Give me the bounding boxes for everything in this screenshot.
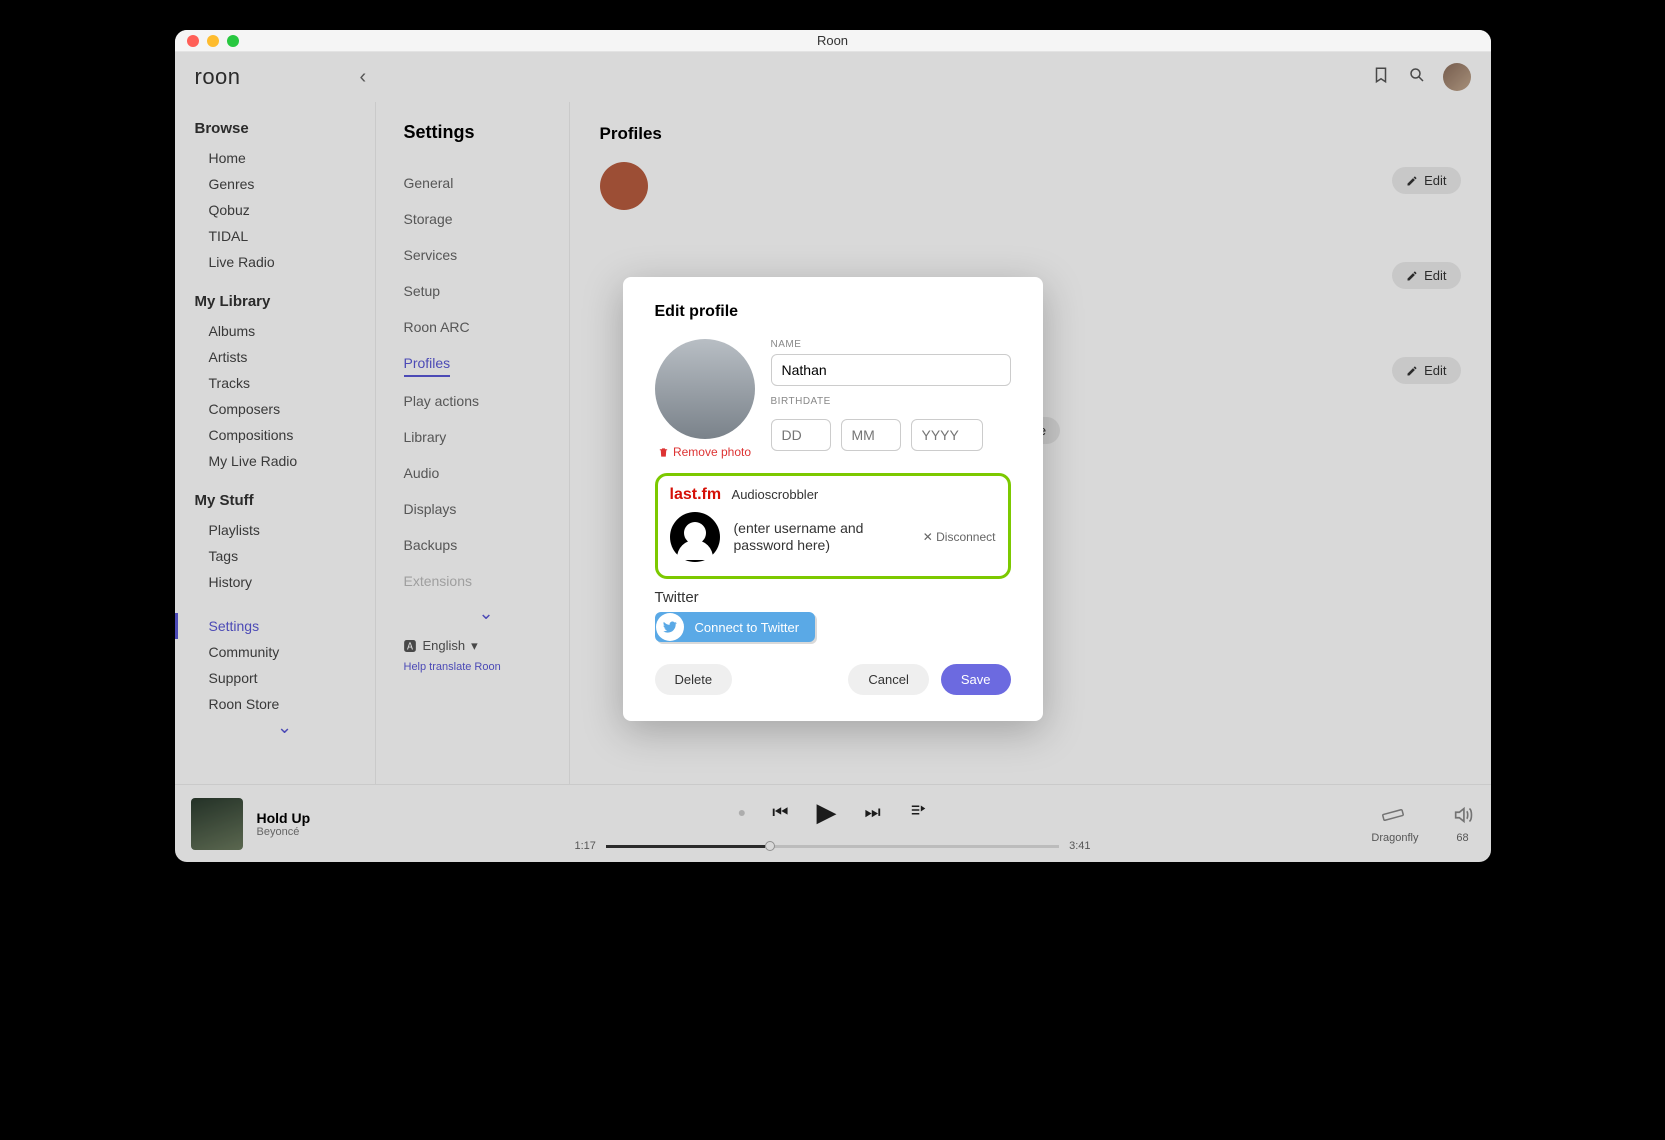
remove-photo-button[interactable]: Remove photo [655,445,755,459]
lastfm-disconnect-button[interactable]: ✕ Disconnect [923,530,996,544]
cancel-button[interactable]: Cancel [848,664,928,695]
birthdate-label: BIRTHDATE [771,396,1011,407]
edit-profile-modal: Edit profile Remove photo NAME BIRTHDATE [623,277,1043,721]
save-button[interactable]: Save [941,664,1011,695]
lastfm-section: last.fm Audioscrobbler (enter username a… [655,473,1011,579]
window-zoom[interactable] [227,35,239,47]
name-input[interactable] [771,354,1011,386]
delete-button[interactable]: Delete [655,664,733,695]
window-title: Roon [175,33,1491,48]
lastfm-credentials-hint[interactable]: (enter username and password here) [734,520,909,555]
connect-twitter-button[interactable]: Connect to Twitter [655,612,816,642]
profile-photo[interactable] [655,339,755,439]
twitter-icon [656,613,684,641]
close-icon: ✕ [923,530,933,544]
lastfm-avatar-icon [670,512,720,562]
window-minimize[interactable] [207,35,219,47]
birth-year-input[interactable] [911,419,983,451]
twitter-label: Twitter [655,589,1011,606]
birth-month-input[interactable] [841,419,901,451]
trash-icon [658,447,669,458]
window-titlebar: Roon [175,30,1491,52]
lastfm-logo: last.fm Audioscrobbler [670,486,819,503]
name-label: NAME [771,339,1011,350]
modal-title: Edit profile [655,303,1011,321]
birth-day-input[interactable] [771,419,831,451]
window-close[interactable] [187,35,199,47]
